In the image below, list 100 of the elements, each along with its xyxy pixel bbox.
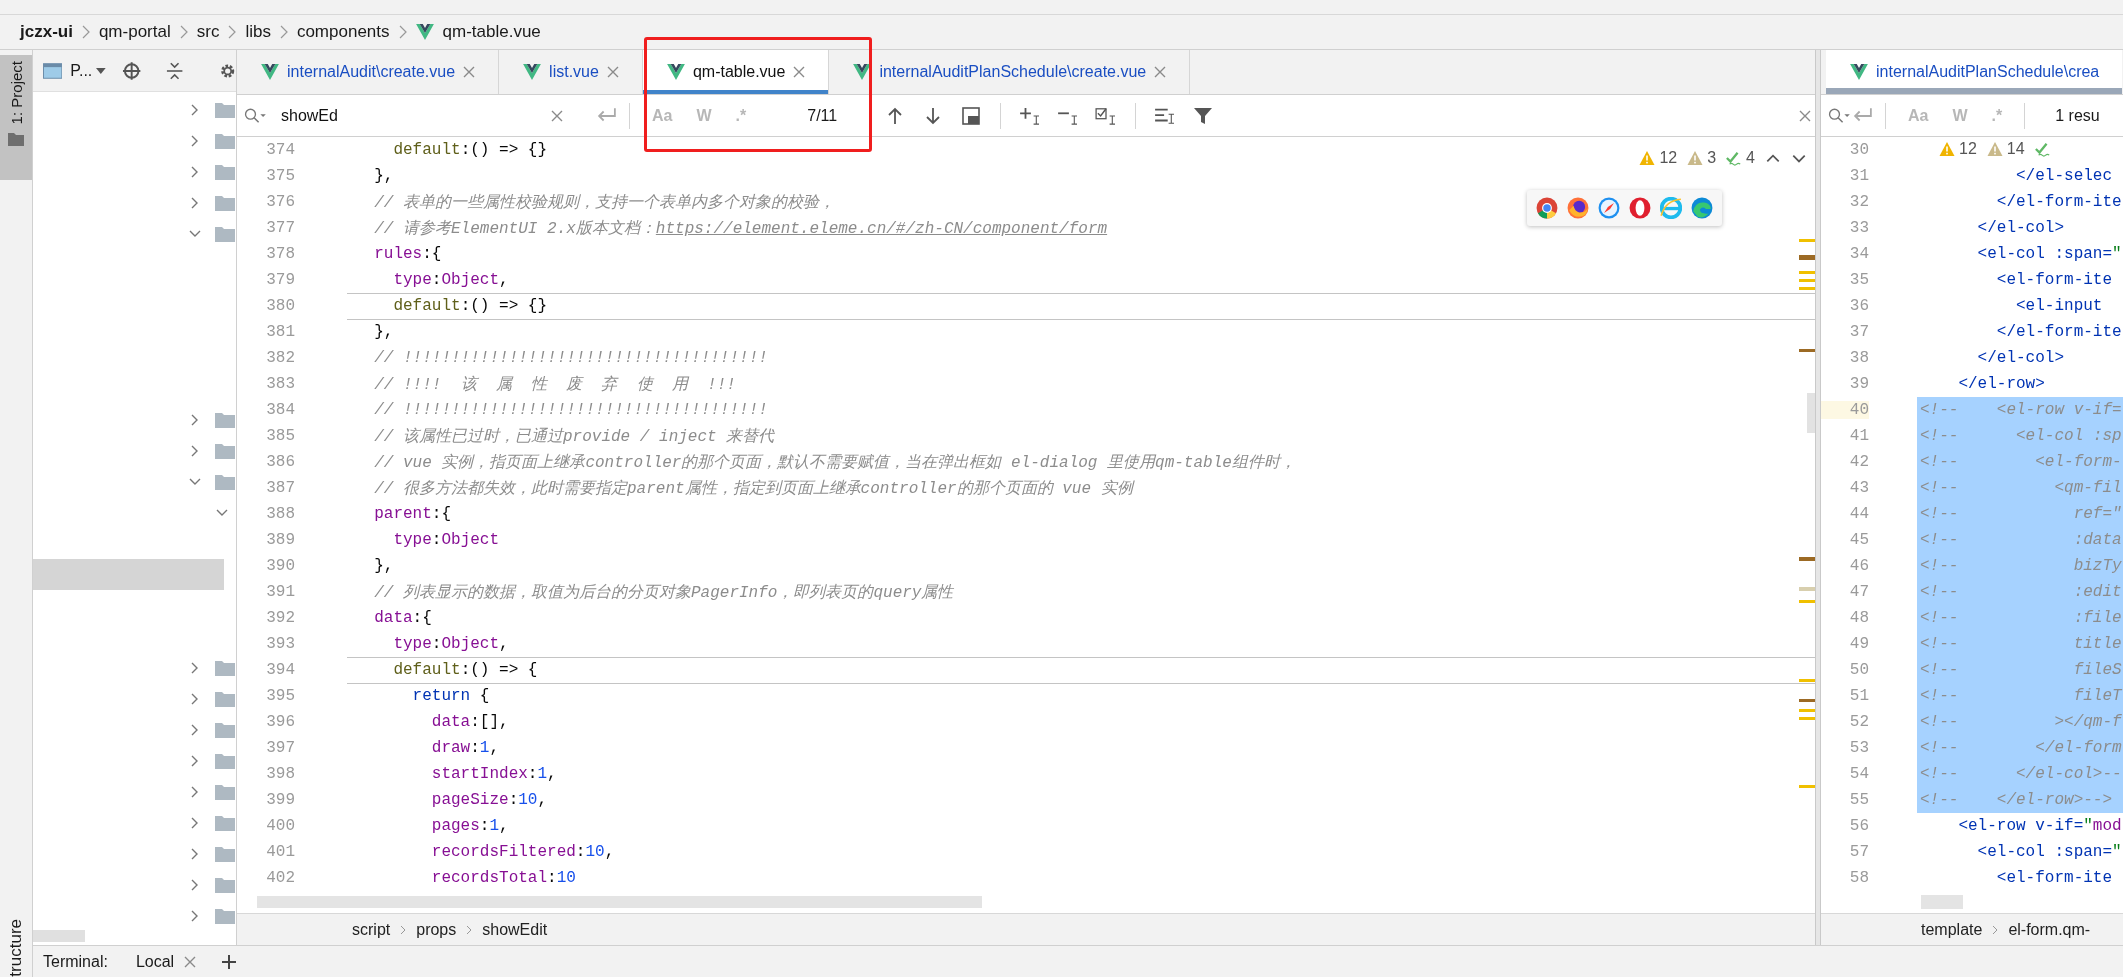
code-line: }, (373, 167, 394, 185)
code-line: <el-form-ite (1995, 271, 2113, 289)
line-number: 31 (1848, 167, 1869, 185)
code-line: <!-- </el-row>--> (1920, 791, 2113, 809)
line-number: 39 (1848, 375, 1869, 393)
code-line: // 很多方法都失效，此时需要指定parent属性，指定到页面上继承controller的那个页面的 vue 实例 (373, 478, 1133, 499)
folder-icon (215, 101, 235, 118)
line-number: 390 (265, 557, 295, 575)
line-number: 389 (265, 531, 295, 549)
chevron-icon (1992, 924, 1999, 935)
folder-icon (215, 411, 235, 428)
close-icon[interactable] (793, 66, 806, 78)
check-icon[interactable] (2034, 141, 2051, 157)
line-number: 394 (265, 661, 295, 679)
line-number: 54 (1848, 765, 1869, 783)
line-number: 378 (265, 245, 295, 263)
crosshair-icon[interactable] (121, 60, 142, 81)
breadcrumb-item[interactable]: jczx-ui (20, 22, 73, 42)
code-line: </el-form-ite (1995, 193, 2122, 211)
search-field[interactable]: showEd (281, 106, 531, 125)
terminal-tab[interactable]: Local (135, 952, 197, 971)
breadcrumb-item[interactable]: showEdit (482, 920, 548, 939)
editor-tab[interactable]: qm-table.vue (642, 50, 830, 94)
check-icon[interactable] (1726, 150, 1743, 166)
breadcrumb-item[interactable]: el-form.qm- (2008, 920, 2091, 939)
line-number: 393 (265, 635, 295, 653)
close-icon[interactable] (551, 109, 563, 122)
code-line: rules:{ (373, 245, 442, 263)
line-number: 381 (265, 323, 295, 341)
scrollbar[interactable] (1921, 895, 1963, 909)
caret-icon[interactable] (96, 67, 106, 74)
browser-icon[interactable] (1598, 197, 1620, 219)
filter-icon[interactable] (1192, 106, 1215, 125)
line-number: 380 (265, 297, 295, 315)
close-icon[interactable] (463, 66, 476, 78)
line-number: 41 (1848, 427, 1869, 445)
line-number: 53 (1848, 739, 1869, 757)
breadcrumb-item[interactable]: qm-table.vue (442, 22, 541, 42)
settings-icon[interactable] (218, 61, 236, 80)
vue-icon (261, 64, 279, 80)
line-number: 38 (1848, 349, 1869, 367)
close-icon[interactable] (184, 955, 197, 968)
line-number: 36 (1848, 297, 1869, 315)
code-line: <el-col :span=" (1976, 245, 2122, 263)
line-number: 47 (1848, 583, 1869, 601)
code-line: recordsTotal:10 (430, 869, 576, 887)
code-line: parent:{ (373, 505, 451, 523)
result-count: 1 resu (2055, 106, 2100, 125)
line-number: 392 (265, 609, 295, 627)
chevron-icon (228, 24, 237, 40)
close-icon[interactable] (1154, 66, 1167, 78)
browser-icon[interactable] (1536, 197, 1558, 219)
line-number: 45 (1848, 531, 1869, 549)
line-number: 384 (265, 401, 295, 419)
folder-icon (215, 845, 235, 862)
editor-tab[interactable]: list.vue (499, 50, 643, 94)
close-icon[interactable] (1799, 109, 1811, 122)
code-line: data:[], (430, 713, 509, 731)
add-cursor-icon[interactable] (1019, 106, 1042, 125)
close-icon[interactable] (606, 66, 619, 78)
folder-icon (215, 814, 235, 831)
editor-tab[interactable]: internalAudit\create.vue (237, 50, 500, 94)
line-number: 398 (265, 765, 295, 783)
view-selector[interactable]: P... (70, 61, 93, 80)
structure-tool-tab[interactable]: tructure (6, 917, 26, 977)
line-number: 51 (1848, 687, 1869, 705)
project-tool-tab[interactable]: 1: Project (0, 55, 32, 180)
browser-icon[interactable] (1629, 197, 1651, 219)
search-icon[interactable] (243, 106, 267, 125)
breadcrumb-item[interactable]: libs (245, 22, 271, 42)
breadcrumb-item[interactable]: components (296, 22, 390, 42)
breadcrumb-item[interactable]: template (1921, 920, 1983, 939)
code-line: // 该属性已过时，已通过provide / inject 来替代 (373, 426, 775, 447)
scrollbar[interactable] (33, 930, 85, 942)
folder-icon (215, 876, 235, 893)
vue-icon (853, 64, 872, 80)
folder-icon (215, 194, 235, 211)
editor-tab[interactable]: internalAuditPlanSchedule\crea (1826, 50, 2123, 94)
line-number: 40 (1821, 401, 1869, 419)
code-line: }, (373, 557, 394, 575)
breadcrumb-item[interactable]: qm-portal (98, 22, 171, 42)
scrollbar[interactable] (257, 896, 982, 908)
select-all-cursors-icon[interactable] (1095, 106, 1118, 125)
line-number: 383 (265, 375, 295, 393)
code-line: data:{ (373, 609, 432, 627)
collapse-all-icon[interactable] (165, 60, 185, 81)
filter-lines-icon[interactable] (1154, 106, 1177, 125)
line-number: 56 (1848, 817, 1869, 835)
code-line: <!-- <el-row v-if= (1920, 401, 2122, 419)
breadcrumb-item[interactable]: props (416, 920, 457, 939)
search-history-icon[interactable] (1827, 106, 1851, 125)
browser-icon[interactable] (1567, 197, 1589, 219)
code-line: <el-row v-if="mod (1957, 817, 2122, 835)
add-icon[interactable] (222, 954, 237, 969)
breadcrumb-item[interactable]: script (352, 920, 391, 939)
square-icon[interactable] (960, 106, 983, 125)
line-number: 43 (1848, 479, 1869, 497)
editor-tab[interactable]: internalAuditPlanSchedule\create.vue (829, 50, 1191, 94)
browser-icon[interactable] (1691, 197, 1713, 219)
breadcrumb-item[interactable]: src (196, 22, 220, 42)
